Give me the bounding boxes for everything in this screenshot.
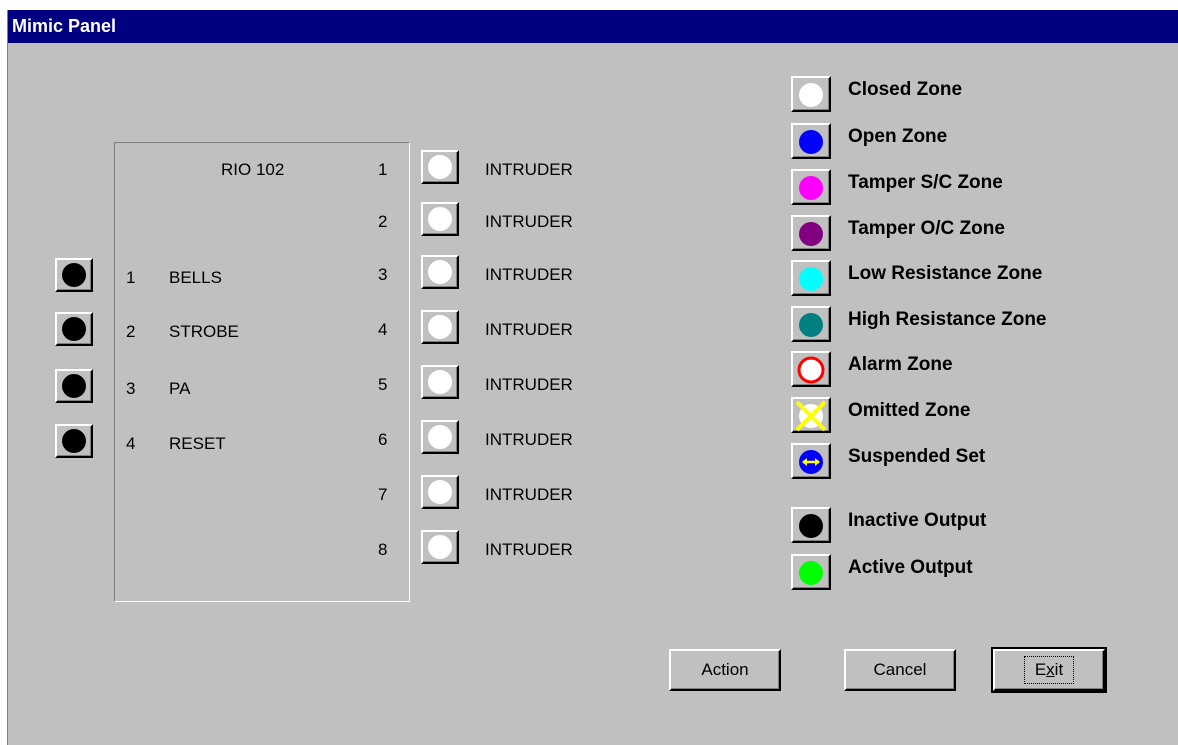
legend-swatch	[791, 443, 831, 479]
output-label: PA	[169, 379, 191, 398]
legend-label: Inactive Output	[848, 510, 987, 531]
action-button-label: Action	[701, 660, 749, 679]
zone-label: INTRUDER	[485, 320, 573, 339]
legend-swatch	[791, 76, 831, 112]
output-lamp-3[interactable]	[55, 369, 93, 403]
zone-number: 3	[378, 265, 388, 284]
output-status-dot	[62, 263, 86, 287]
output-number: 4	[126, 434, 136, 453]
yellow-cross-icon	[795, 400, 827, 432]
legend-swatch	[791, 260, 831, 296]
output-label: STROBE	[169, 322, 239, 341]
zone-status-dot	[428, 207, 452, 231]
red-ring-icon	[797, 356, 825, 384]
zone-status-dot	[428, 480, 452, 504]
legend-label: Omitted Zone	[848, 400, 971, 421]
output-number: 3	[126, 379, 136, 398]
action-button[interactable]: Action	[669, 649, 781, 691]
output-status-dot	[62, 317, 86, 341]
white-circle-icon	[799, 83, 823, 107]
legend-swatch	[791, 351, 831, 387]
zone-lamp-7[interactable]	[421, 475, 459, 509]
legend-label: Suspended Set	[848, 446, 986, 467]
output-status-dot	[62, 429, 86, 453]
zone-label: INTRUDER	[485, 430, 573, 449]
zone-number: 6	[378, 430, 388, 449]
legend-swatch	[791, 123, 831, 159]
zone-lamp-5[interactable]	[421, 365, 459, 399]
legend-swatch	[791, 554, 831, 590]
legend-label: High Resistance Zone	[848, 309, 1047, 330]
legend-swatch	[791, 306, 831, 342]
zone-label: INTRUDER	[485, 265, 573, 284]
zone-status-dot	[428, 260, 452, 284]
zone-number: 5	[378, 375, 388, 394]
exit-button-label: Exit	[1023, 656, 1075, 684]
teal-circle-icon	[799, 313, 823, 337]
cyan-circle-icon	[799, 267, 823, 291]
zone-number: 7	[378, 485, 388, 504]
magenta-circle-icon	[799, 176, 823, 200]
zone-status-dot	[428, 370, 452, 394]
zone-status-dot	[428, 315, 452, 339]
blue-circle-icon	[799, 130, 823, 154]
zone-label: INTRUDER	[485, 485, 573, 504]
zone-lamp-6[interactable]	[421, 420, 459, 454]
zone-label: INTRUDER	[485, 375, 573, 394]
zone-status-dot	[428, 425, 452, 449]
zone-lamp-4[interactable]	[421, 310, 459, 344]
zone-lamp-2[interactable]	[421, 202, 459, 236]
zone-label: INTRUDER	[485, 212, 573, 231]
panel-name: RIO 102	[221, 160, 285, 179]
legend-swatch	[791, 507, 831, 543]
exit-button[interactable]: Exit	[991, 647, 1107, 693]
zone-label: INTRUDER	[485, 160, 573, 179]
zone-number: 4	[378, 320, 388, 339]
legend-label: Closed Zone	[848, 79, 963, 100]
legend-label: Alarm Zone	[848, 354, 953, 375]
output-lamp-1[interactable]	[55, 258, 93, 292]
purple-circle-icon	[799, 222, 823, 246]
black-circle-icon	[799, 514, 823, 538]
zone-number: 2	[378, 212, 388, 231]
legend-label: Tamper O/C Zone	[848, 218, 1005, 239]
zone-lamp-8[interactable]	[421, 530, 459, 564]
cancel-button[interactable]: Cancel	[844, 649, 956, 691]
legend-swatch	[791, 169, 831, 205]
output-label: RESET	[169, 434, 226, 453]
output-number: 1	[126, 268, 136, 287]
output-status-dot	[62, 374, 86, 398]
output-lamp-4[interactable]	[55, 424, 93, 458]
legend-swatch	[791, 397, 831, 433]
legend-label: Active Output	[848, 557, 973, 578]
zone-label: INTRUDER	[485, 540, 573, 559]
zone-number: 1	[378, 160, 388, 179]
legend-label: Open Zone	[848, 126, 948, 147]
zone-number: 8	[378, 540, 388, 559]
cancel-button-label: Cancel	[873, 660, 927, 679]
mimic-panel-window: Mimic Panel RIO 102 1 BELLS 2 STROBE 3 P…	[7, 10, 1178, 745]
legend-label: Low Resistance Zone	[848, 263, 1043, 284]
output-lamp-2[interactable]	[55, 312, 93, 346]
blue-arrow-circle-icon	[799, 450, 823, 474]
output-label: BELLS	[169, 268, 222, 287]
zone-status-dot	[428, 155, 452, 179]
legend-swatch	[791, 215, 831, 251]
zone-lamp-1[interactable]	[421, 150, 459, 184]
zone-status-dot	[428, 535, 452, 559]
green-circle-icon	[799, 561, 823, 585]
legend-label: Tamper S/C Zone	[848, 172, 1003, 193]
output-number: 2	[126, 322, 136, 341]
rio-panel-box	[114, 142, 410, 602]
zone-lamp-3[interactable]	[421, 255, 459, 289]
window-title: Mimic Panel	[8, 10, 1178, 43]
